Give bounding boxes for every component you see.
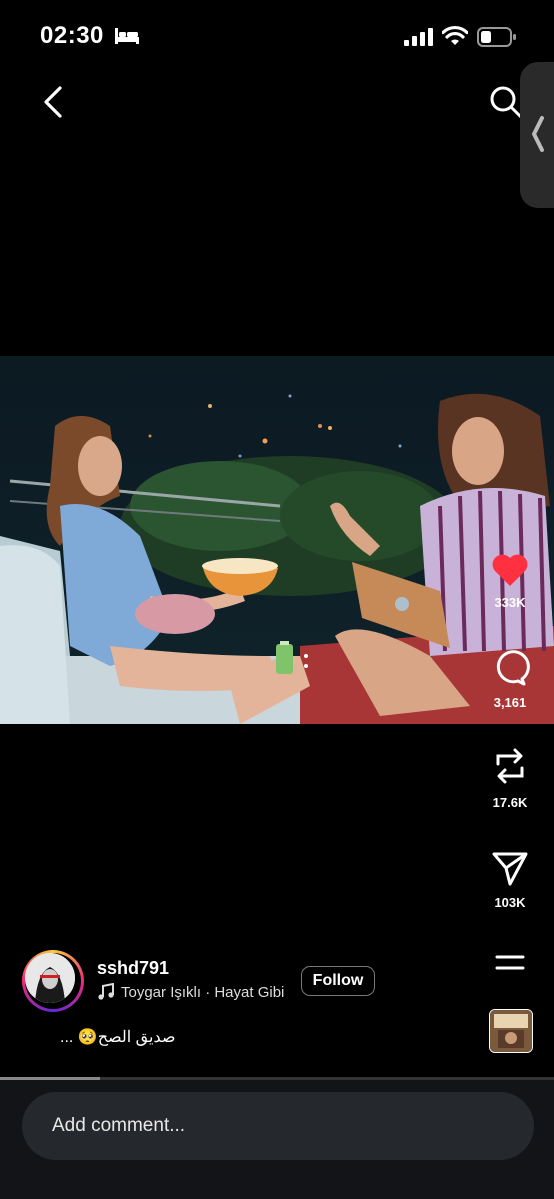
chevron-left-icon: [532, 116, 544, 152]
reel-video[interactable]: [0, 356, 554, 724]
repost-count: 17.6K: [492, 795, 528, 810]
profile-photo-icon: [25, 953, 75, 1003]
like-button[interactable]: 333K: [486, 552, 534, 610]
comment-input[interactable]: Add comment...: [22, 1092, 534, 1160]
more-options-icon[interactable]: [494, 952, 526, 976]
side-panel-handle[interactable]: [520, 62, 554, 208]
author-username[interactable]: sshd791: [97, 958, 169, 979]
comment-count: 3,161: [493, 695, 527, 710]
wifi-icon: [442, 25, 468, 45]
album-art-icon: [490, 1010, 532, 1052]
audio-track[interactable]: Toygar Işıklı · Hayat Gibi: [97, 983, 284, 1001]
audio-track-label: Toygar Işıklı · Hayat Gibi: [121, 983, 285, 1001]
heart-icon: [492, 554, 528, 586]
follow-button[interactable]: Follow: [301, 966, 375, 996]
repost-icon: [496, 748, 524, 784]
comment-bubble-icon: [496, 650, 530, 686]
audio-thumbnail[interactable]: [489, 1009, 533, 1053]
like-count: 333K: [494, 595, 526, 610]
share-count: 103K: [494, 895, 526, 910]
post-caption[interactable]: صديق الصح🥺 ...: [60, 1027, 175, 1047]
author-avatar[interactable]: [22, 950, 84, 1012]
comment-button[interactable]: 3,161: [486, 648, 534, 710]
send-icon: [492, 852, 528, 886]
battery-icon: [477, 27, 516, 47]
search-icon[interactable]: [488, 84, 524, 120]
music-note-icon: [98, 983, 114, 1000]
cellular-signal-icon: [404, 28, 433, 46]
sleep-focus-icon: [115, 28, 139, 44]
back-icon[interactable]: [40, 84, 70, 120]
comment-placeholder: Add comment...: [52, 1115, 186, 1136]
share-button[interactable]: 103K: [486, 848, 534, 910]
status-time: 02:30: [40, 22, 104, 49]
repost-button[interactable]: 17.6K: [486, 744, 534, 810]
